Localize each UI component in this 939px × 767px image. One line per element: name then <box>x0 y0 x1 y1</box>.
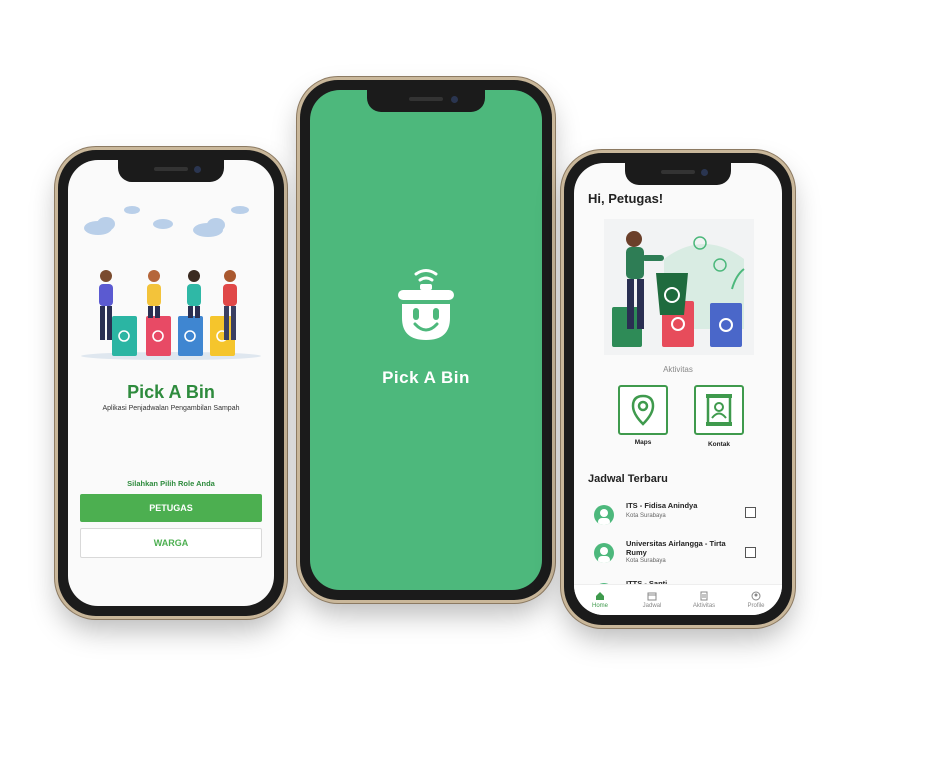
nav-home[interactable]: Home <box>574 585 626 615</box>
warga-button[interactable]: WARGA <box>80 528 262 558</box>
nav-aktivitas[interactable]: Aktivitas <box>678 585 730 615</box>
schedule-title: Jadwal Terbaru <box>588 473 668 485</box>
calendar-icon <box>647 592 657 601</box>
login-screen: Pick A Bin Aplikasi Penjadwalan Pengambi… <box>68 160 274 606</box>
list-icon <box>700 591 708 601</box>
maps-label: Maps <box>634 439 652 446</box>
schedule-row[interactable]: Universitas Airlangga - Tirta Rumy Kota … <box>588 537 768 573</box>
nav-label: Home <box>591 603 608 609</box>
schedule-city: Kota Surabaya <box>626 558 666 564</box>
profile-icon <box>751 591 761 601</box>
activities-label: Aktivitas <box>663 365 693 374</box>
phone-home: Hi, Petugas! Aktivitas Maps Kontak Jadwa… <box>564 153 792 625</box>
kontak-card[interactable] <box>694 385 744 435</box>
schedule-checkbox[interactable] <box>745 507 756 518</box>
schedule-checkbox[interactable] <box>745 547 756 558</box>
petugas-button[interactable]: PETUGAS <box>80 494 262 522</box>
pick-a-bin-logo-icon <box>398 269 454 340</box>
maps-card[interactable] <box>618 385 668 435</box>
worker-recycling-illustration <box>604 219 754 355</box>
schedule-name: ITS - Fidisa Anindya <box>626 501 698 510</box>
map-pin-icon <box>631 394 655 426</box>
phone-notch <box>625 163 731 185</box>
schedule-row[interactable]: ITS - Fidisa Anindya Kota Surabaya <box>588 499 768 535</box>
nav-label: Aktivitas <box>692 603 716 609</box>
nav-label: Profile <box>747 603 765 609</box>
role-prompt: Silahkan Pilih Role Anda <box>127 479 215 488</box>
people-recycling-illustration <box>81 206 261 360</box>
nav-jadwal[interactable]: Jadwal <box>626 585 678 615</box>
schedule-name: Universitas Airlangga - Tirta Rumy <box>626 539 726 557</box>
phone-notch <box>367 90 485 112</box>
splash-screen: Pick A Bin <box>310 90 542 590</box>
avatar <box>594 505 614 525</box>
schedule-city: Kota Surabaya <box>626 513 666 519</box>
home-screen: Hi, Petugas! Aktivitas Maps Kontak Jadwa… <box>574 163 782 615</box>
avatar <box>594 543 614 563</box>
contact-book-icon <box>706 394 732 426</box>
splash-app-name: Pick A Bin <box>382 368 470 387</box>
nav-label: Jadwal <box>642 603 662 609</box>
app-title: Pick A Bin <box>127 382 215 402</box>
phone-notch <box>118 160 224 182</box>
home-icon <box>596 592 604 600</box>
app-subtitle: Aplikasi Penjadwalan Pengambilan Sampah <box>102 405 240 412</box>
phone-splash: Pick A Bin <box>300 80 552 600</box>
nav-profile[interactable]: Profile <box>730 585 782 615</box>
phone-login: Pick A Bin Aplikasi Penjadwalan Pengambi… <box>58 150 284 616</box>
bottom-nav: Home Jadwal Aktivitas Profile <box>574 584 782 615</box>
kontak-label: Kontak <box>707 441 731 448</box>
greeting-title: Hi, Petugas! <box>588 191 664 206</box>
